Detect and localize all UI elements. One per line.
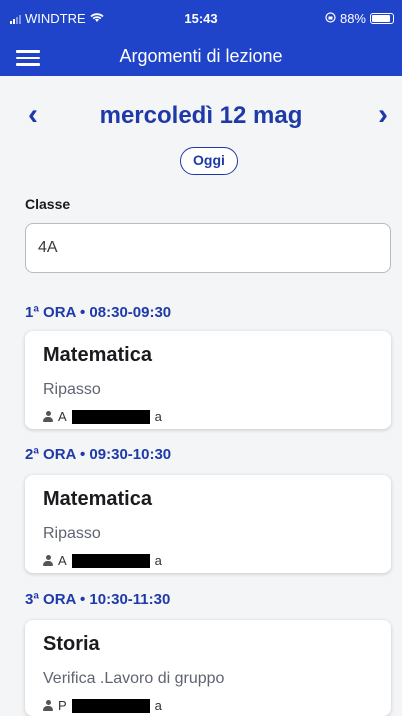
lesson-topic: Ripasso	[43, 381, 101, 398]
lesson-topic: Ripasso	[43, 525, 101, 542]
redaction-bar	[71, 553, 150, 568]
lesson-hour: 3ª ORA • 10:30-11:30	[25, 591, 171, 608]
lesson-hour: 1ª ORA • 08:30-09:30	[25, 304, 172, 321]
lesson-hour: 2ª ORA • 09:30-10:30	[25, 446, 172, 463]
teacher-suffix: a	[154, 698, 162, 713]
date-navigator: ‹ mercoledì 12 mag ›	[0, 96, 402, 136]
teacher-initial: A	[58, 553, 67, 568]
lesson-subject: Matematica	[43, 488, 152, 510]
teacher-initial: A	[58, 409, 67, 424]
class-label: Classe	[25, 196, 71, 212]
chevron-right-icon[interactable]: ›	[378, 98, 388, 132]
redaction-bar	[71, 409, 150, 424]
lesson-teacher: P a	[43, 698, 162, 713]
status-bar: WINDTRE 15:43 88%	[0, 0, 402, 38]
person-icon	[43, 555, 53, 566]
today-button[interactable]: Oggi	[180, 147, 238, 175]
class-select[interactable]: 4A	[25, 223, 391, 273]
redaction-bar	[71, 698, 150, 713]
teacher-initial: P	[58, 698, 67, 713]
person-icon	[43, 411, 53, 422]
teacher-suffix: a	[154, 409, 162, 424]
orientation-lock-icon	[325, 11, 336, 26]
person-icon	[43, 700, 53, 711]
lesson-teacher: A a	[43, 553, 162, 568]
lesson-card[interactable]: Matematica Ripasso A a	[25, 331, 391, 429]
lesson-card[interactable]: Matematica Ripasso A a	[25, 475, 391, 573]
battery-icon	[370, 13, 394, 24]
battery-info: 88%	[325, 11, 394, 26]
page-title: Argomenti di lezione	[119, 46, 283, 66]
app-bar: Argomenti di lezione	[0, 38, 402, 76]
lesson-card[interactable]: Storia Verifica .Lavoro di gruppo P a	[25, 620, 391, 716]
teacher-suffix: a	[154, 553, 162, 568]
lesson-subject: Storia	[43, 633, 100, 655]
battery-percent: 88%	[339, 11, 366, 26]
lesson-teacher: A a	[43, 409, 162, 424]
lesson-subject: Matematica	[43, 344, 152, 366]
current-date: mercoledì 12 mag	[99, 102, 303, 129]
lesson-topic: Verifica .Lavoro di gruppo	[43, 670, 225, 687]
